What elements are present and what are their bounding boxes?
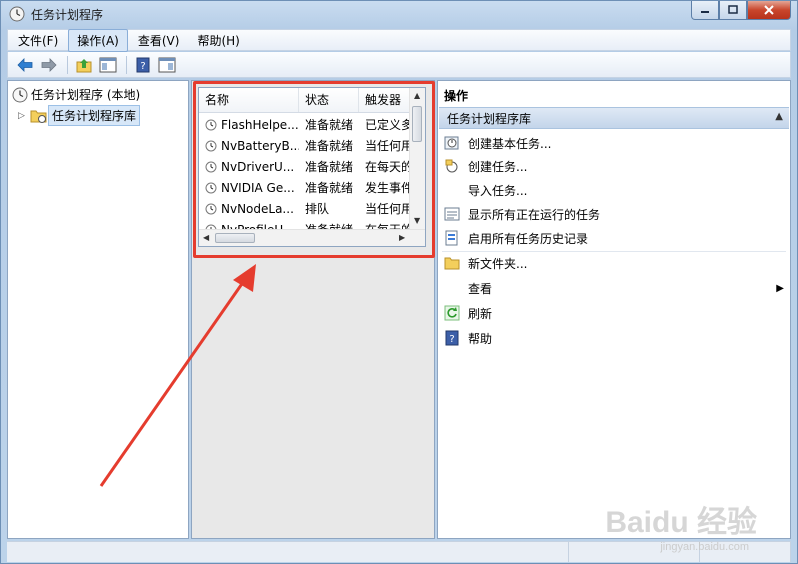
status-cell: [7, 542, 570, 562]
action-label: 帮助: [468, 331, 493, 346]
folder-clock-icon: [30, 110, 47, 123]
submenu-arrow-icon: ▶: [776, 282, 784, 294]
svg-text:?: ?: [140, 61, 145, 72]
help-book-icon: ?: [136, 57, 150, 72]
minimize-icon: [701, 11, 709, 13]
toolbar-separator: [67, 55, 68, 74]
action-view[interactable]: 查看 ▶: [444, 277, 784, 299]
forward-button[interactable]: [38, 55, 60, 75]
action-refresh[interactable]: 刷新: [444, 302, 784, 324]
maximize-icon: [728, 5, 738, 14]
create-task-icon: [444, 158, 460, 174]
action-label: 创建任务...: [468, 159, 528, 174]
action-label: 创建基本任务...: [468, 136, 552, 151]
clock-icon: [12, 87, 28, 102]
watermark-url: jingyan.baidu.com: [660, 541, 749, 553]
show-hide-action-pane-button[interactable]: [156, 55, 178, 75]
annotation-arrow: [99, 264, 256, 487]
show-hide-tree-button[interactable]: [97, 55, 119, 75]
close-button[interactable]: [747, 1, 791, 20]
annotation-highlight-box: [193, 81, 435, 258]
forward-arrow-icon: [41, 57, 57, 72]
menu-action[interactable]: 操作(A): [68, 28, 128, 52]
running-tasks-icon: [444, 206, 460, 222]
actions-header: 操作: [444, 89, 469, 103]
actions-section-bar[interactable]: 任务计划程序库 ▲: [439, 107, 789, 129]
help-toolbar-button[interactable]: ?: [132, 55, 154, 75]
title-bar: 任务计划程序: [1, 1, 797, 27]
action-enable-history[interactable]: 启用所有任务历史记录: [444, 227, 784, 249]
collapse-arrow-icon[interactable]: ▲: [775, 111, 783, 122]
tree-root[interactable]: 任务计划程序 (本地): [12, 85, 143, 104]
clock-icon: [9, 6, 25, 22]
back-button[interactable]: [14, 55, 36, 75]
tree-item-task-library[interactable]: ▷ 任务计划程序库: [18, 105, 141, 126]
blank-icon: [444, 182, 460, 198]
refresh-icon: [444, 305, 460, 321]
menu-file[interactable]: 文件(F): [10, 30, 66, 51]
maximize-button[interactable]: [719, 1, 747, 20]
create-basic-task-icon: [444, 135, 460, 151]
action-label: 启用所有任务历史记录: [468, 231, 589, 246]
minimize-button[interactable]: [691, 1, 719, 20]
toolbar-separator: [126, 55, 127, 74]
actions-pane: 操作 任务计划程序库 ▲ 创建基本任务... 创建任务... 导入任务... 显…: [437, 80, 791, 539]
action-create-basic-task[interactable]: 创建基本任务...: [444, 132, 784, 154]
help-icon: ?: [444, 330, 460, 346]
action-help[interactable]: ? 帮助: [444, 327, 784, 349]
actions-section-label: 任务计划程序库: [447, 111, 532, 126]
app-window: 任务计划程序 文件(F) 操作(A) 查看(V) 帮助(H) ? 任务计划程序 …: [0, 0, 798, 564]
up-folder-button[interactable]: [73, 55, 95, 75]
window-title: 任务计划程序: [31, 8, 104, 22]
console-tree-icon: [99, 57, 117, 72]
expand-arrow-icon[interactable]: ▷: [18, 111, 30, 121]
action-create-task[interactable]: 创建任务...: [444, 155, 784, 177]
menu-view[interactable]: 查看(V): [130, 30, 188, 51]
action-label: 显示所有正在运行的任务: [468, 207, 601, 222]
tree-item-label: 任务计划程序库: [48, 105, 141, 126]
folder-icon: [444, 255, 460, 271]
action-label: 新文件夹...: [468, 256, 528, 271]
action-new-folder[interactable]: 新文件夹...: [444, 252, 784, 274]
history-icon: [444, 230, 460, 246]
action-label: 刷新: [468, 306, 493, 321]
menu-help[interactable]: 帮助(H): [189, 30, 247, 51]
toolbar: ?: [7, 52, 791, 78]
action-import-task[interactable]: 导入任务...: [444, 179, 784, 201]
menu-bar: 文件(F) 操作(A) 查看(V) 帮助(H): [7, 28, 791, 52]
action-label: 导入任务...: [468, 183, 528, 198]
caption-buttons: [691, 1, 791, 21]
blank-icon: [444, 280, 460, 296]
svg-text:?: ?: [449, 334, 454, 345]
up-folder-icon: [76, 58, 92, 72]
baidu-watermark-logo: Baidu 经验: [605, 506, 757, 539]
action-label: 查看: [468, 281, 493, 296]
tree-root-label: 任务计划程序 (本地): [31, 88, 141, 102]
action-show-running-tasks[interactable]: 显示所有正在运行的任务: [444, 203, 784, 225]
close-icon: [764, 5, 774, 15]
action-pane-icon: [158, 57, 176, 72]
back-arrow-icon: [17, 57, 33, 72]
